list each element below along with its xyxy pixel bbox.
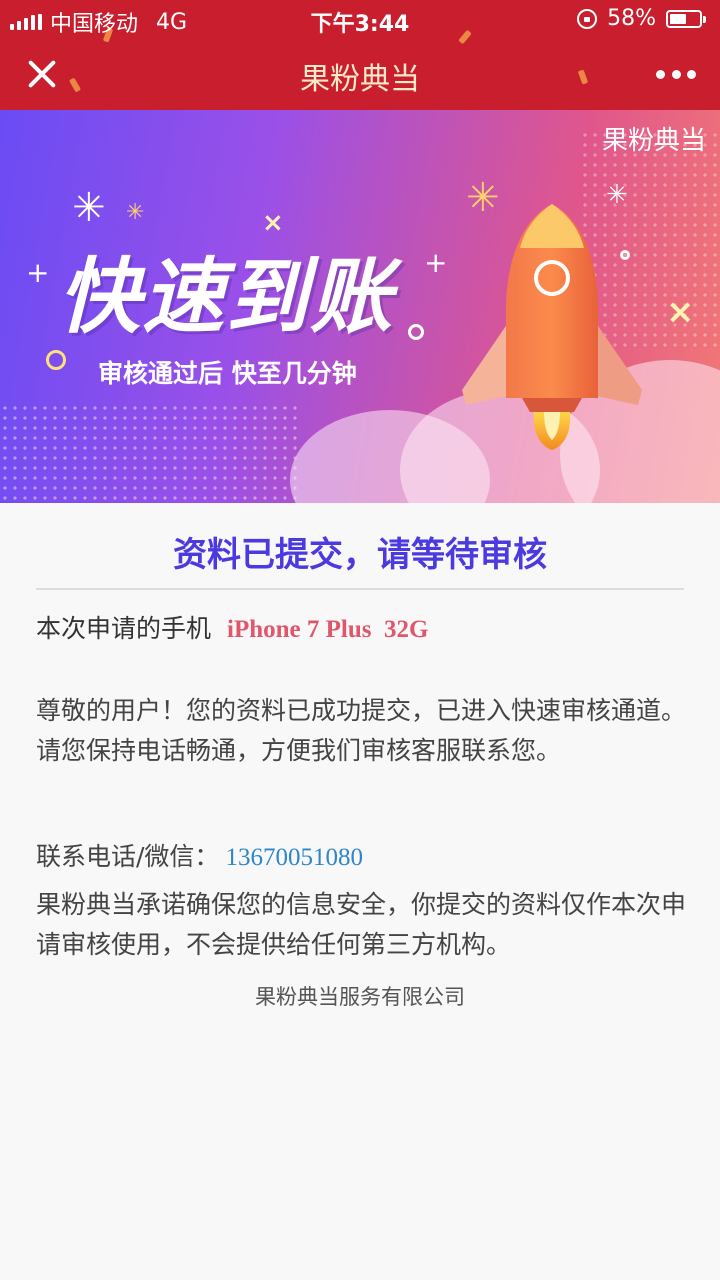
sparkle-icon: ✳ xyxy=(126,200,145,225)
contact-info: 联系电话/微信： 13670051080 xyxy=(36,837,363,873)
divider xyxy=(36,588,684,590)
rocket-icon xyxy=(462,204,642,450)
battery-percent: 58% xyxy=(607,6,656,31)
submission-status-heading: 资料已提交，请等待审核 xyxy=(173,535,547,575)
ring-decoration xyxy=(408,324,424,340)
plus-decoration: + xyxy=(424,246,448,279)
ring-decoration xyxy=(46,350,66,370)
banner-headline: 快速到账 xyxy=(58,250,394,345)
dot-pattern xyxy=(0,403,300,503)
submission-message: 尊敬的用户！您的资料已成功提交，已进入快速审核通道。请您保持电话畅通，方便我们审… xyxy=(36,696,687,765)
contact-label: 联系电话/微信： xyxy=(36,842,220,871)
sparkle-icon: ✳ xyxy=(72,185,106,231)
battery-icon xyxy=(666,9,706,28)
page-title: 果粉典当 xyxy=(300,62,420,97)
more-dot-icon xyxy=(687,69,696,79)
phone-info: 本次申请的手机 iPhone 7 Plus 32G xyxy=(36,609,428,645)
contact-number-link[interactable]: 13670051080 xyxy=(225,844,363,871)
app-header: 中国移动 4G 下午3:44 58% 果粉典当 xyxy=(0,0,720,110)
more-dot-icon xyxy=(656,69,665,79)
promo-banner: 果粉典当 ✳ ✳ ✳ ✳ × × + + 快速到账 审核通过后 快至几分钟 xyxy=(0,110,720,503)
battery-level xyxy=(670,13,686,24)
phone-label: 本次申请的手机 xyxy=(36,614,212,643)
banner-subtitle: 审核通过后 快至几分钟 xyxy=(98,359,357,388)
nav-bar: 果粉典当 xyxy=(0,38,720,110)
more-options-button[interactable] xyxy=(656,60,696,88)
rotation-lock-icon xyxy=(577,8,598,29)
status-bar: 中国移动 4G 下午3:44 58% xyxy=(0,0,720,38)
phone-model: iPhone 7 Plus 32G xyxy=(227,616,429,643)
more-dot-icon xyxy=(671,69,681,79)
company-name: 果粉典当服务有限公司 xyxy=(255,985,465,1009)
plus-decoration: + xyxy=(26,256,50,289)
cross-decoration: × xyxy=(666,292,695,332)
main-content: 资料已提交，请等待审核 本次申请的手机 iPhone 7 Plus 32G 尊敬的… xyxy=(0,503,720,1280)
banner-brand: 果粉典当 xyxy=(601,126,706,156)
privacy-promise: 果粉典当承诺确保您的信息安全，你提交的资料仅作本次申请审核使用，不会提供给任何第… xyxy=(36,890,687,959)
